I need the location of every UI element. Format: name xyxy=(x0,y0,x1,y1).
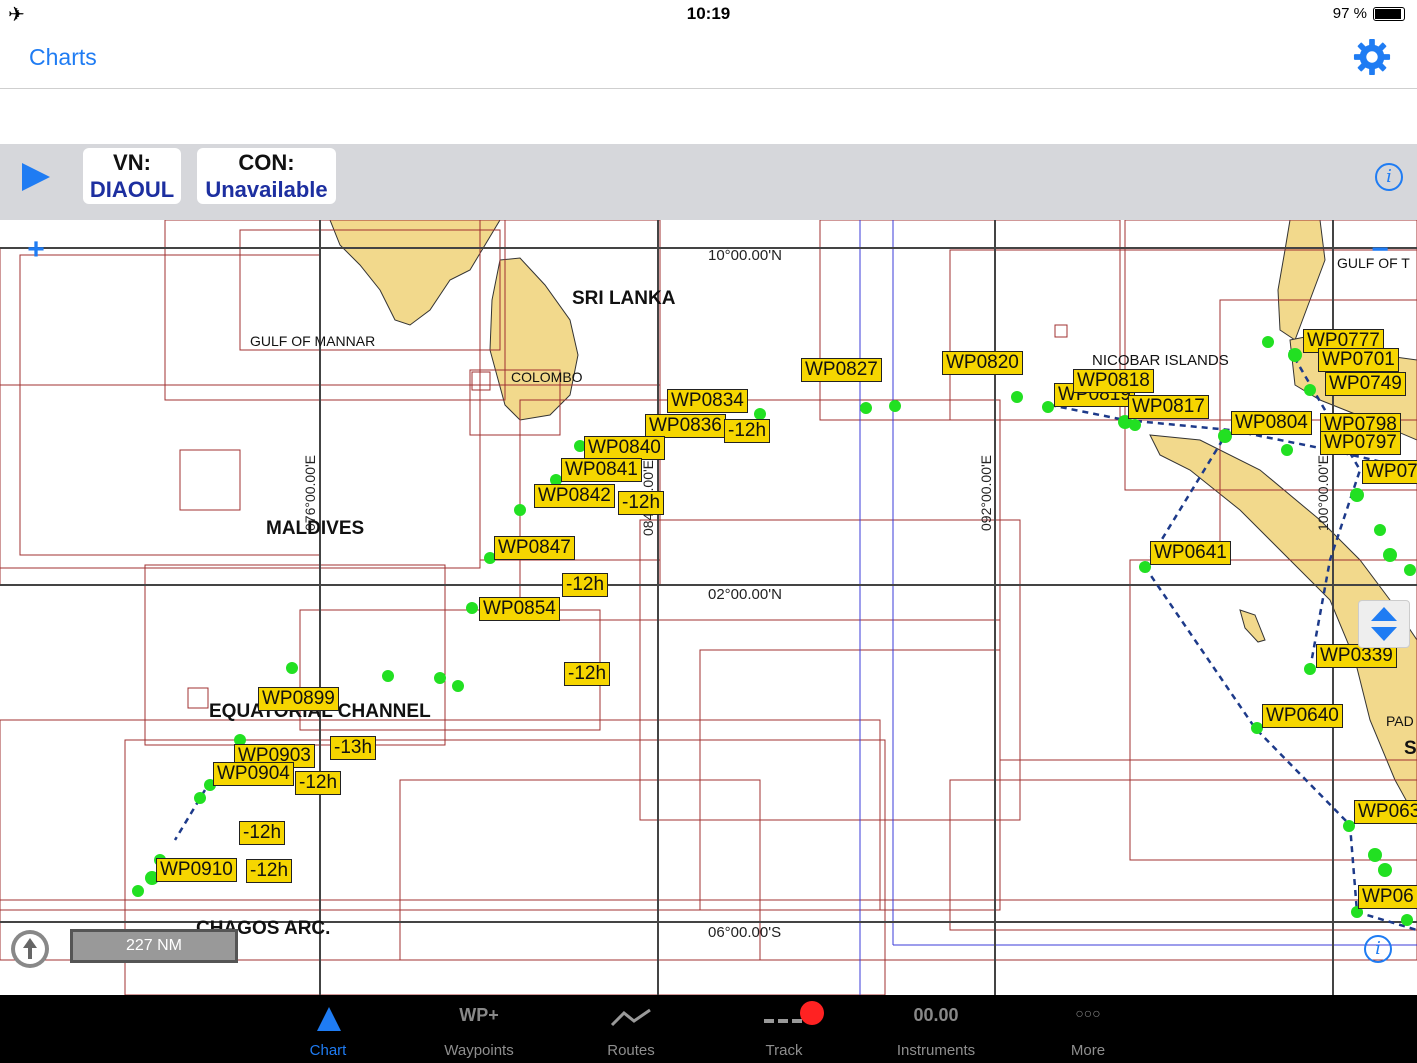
more-icon: ○○○ xyxy=(1075,1005,1101,1021)
waypoint-tag[interactable]: WP063 xyxy=(1354,800,1417,824)
grid-label-100e: 100°00.00'E xyxy=(1315,454,1332,532)
instruments-icon: 00.00 xyxy=(913,1005,959,1025)
waypoint-tag[interactable]: WP0640 xyxy=(1262,704,1343,728)
label-nicobar: NICOBAR ISLANDS xyxy=(1092,352,1229,369)
waypoint-tag[interactable]: WP0701 xyxy=(1318,348,1399,372)
waypoint-tag[interactable]: WP0817 xyxy=(1128,395,1209,419)
waypoint-tag[interactable]: WP0797 xyxy=(1320,431,1401,455)
vn-value: DIAOUL xyxy=(89,177,175,202)
waypoint-tag[interactable]: WP06 xyxy=(1358,885,1417,909)
tab-label: Instruments xyxy=(896,1042,976,1059)
grid-label-092e: 092°00.00'E xyxy=(978,454,995,532)
grid-label-10n: 10°00.00'N xyxy=(708,247,782,264)
waypoint-tag[interactable]: WP0842 xyxy=(534,484,615,508)
grid-label-06s: 06°00.00'S xyxy=(708,924,782,941)
zoom-in-button[interactable]: + xyxy=(14,232,58,268)
tab-more[interactable]: ○○○ More xyxy=(1028,995,1148,1063)
battery-icon xyxy=(1373,6,1405,21)
time-tag: -13h xyxy=(330,736,377,760)
time-tag: -12h xyxy=(724,419,771,443)
play-icon[interactable] xyxy=(22,163,50,191)
tab-track[interactable]: Track xyxy=(724,995,844,1063)
charts-back-button[interactable]: Charts xyxy=(29,44,97,71)
scale-bar: 227 NM xyxy=(70,929,238,963)
grid-label-02n: 02°00.00'N xyxy=(708,586,782,603)
tab-label: More xyxy=(1070,1042,1106,1059)
chart-icon xyxy=(317,1007,341,1031)
time-tag: -12h xyxy=(239,821,286,845)
waypoint-tag[interactable]: WP0804 xyxy=(1231,411,1312,435)
tab-bar: Chart WP+ Waypoints Routes Track 00.00 I… xyxy=(0,995,1417,1063)
battery-percent: 97 % xyxy=(1332,5,1367,22)
waypoint-tag[interactable]: WP0827 xyxy=(801,358,882,382)
waypoint-add-icon: WP+ xyxy=(459,1005,499,1025)
north-up-button[interactable] xyxy=(11,930,49,968)
waypoint-tag[interactable]: WP0841 xyxy=(561,458,642,482)
settings-gear-icon[interactable] xyxy=(1353,38,1391,76)
tab-routes[interactable]: Routes xyxy=(571,995,691,1063)
waypoint-tag[interactable]: WP0818 xyxy=(1073,369,1154,393)
vessel-name-chip[interactable]: VN: DIAOUL xyxy=(83,148,181,204)
time-tag: -12h xyxy=(246,859,293,883)
battery-indicator: 97 % xyxy=(1333,5,1405,22)
vn-label: VN: xyxy=(113,150,151,175)
con-label: CON: xyxy=(238,150,295,175)
time-tag: -12h xyxy=(564,662,611,686)
waypoint-tag[interactable]: WP0820 xyxy=(942,351,1023,375)
label-s: S xyxy=(1404,738,1417,759)
tab-label: Routes xyxy=(607,1042,655,1059)
label-gulf-of-mannar: GULF OF MANNAR xyxy=(250,333,376,349)
waypoint-tag[interactable]: WP0854 xyxy=(479,597,560,621)
waypoint-tag[interactable]: WP0641 xyxy=(1150,541,1231,565)
waypoint-tag[interactable]: WP07 xyxy=(1362,460,1417,484)
waypoint-tag[interactable]: WP0847 xyxy=(494,536,575,560)
toolbar-info-icon[interactable]: i xyxy=(1375,163,1403,191)
waypoint-tag[interactable]: WP0840 xyxy=(584,436,665,460)
waypoint-tag[interactable]: WP0834 xyxy=(667,389,748,413)
tab-chart[interactable]: Chart xyxy=(268,995,388,1063)
connection-chip[interactable]: CON: Unavailable xyxy=(197,148,336,204)
track-icon xyxy=(764,1001,824,1025)
waypoint-tag[interactable]: WP0910 xyxy=(156,858,237,882)
waypoint-tag[interactable]: WP0749 xyxy=(1325,372,1406,396)
status-bar: ✈ 10:19 97 % xyxy=(0,0,1417,30)
con-value: Unavailable xyxy=(205,177,328,202)
time-tag: -12h xyxy=(562,573,609,597)
zoom-out-button[interactable]: − xyxy=(1358,232,1402,268)
tab-label: Chart xyxy=(309,1042,347,1059)
time-tag: -12h xyxy=(618,491,665,515)
routes-icon xyxy=(610,1008,651,1027)
waypoint-tag[interactable]: WP0899 xyxy=(258,687,339,711)
time-tag: -12h xyxy=(295,771,342,795)
label-colombo: COLOMBO xyxy=(511,369,583,385)
status-time: 10:19 xyxy=(686,4,731,23)
grid-label-076e: 076°00.00'E xyxy=(302,454,319,532)
waypoint-tag[interactable]: WP0904 xyxy=(213,762,294,786)
tab-label: Waypoints xyxy=(444,1042,514,1059)
tab-instruments[interactable]: 00.00 Instruments xyxy=(876,995,996,1063)
tab-label: Track xyxy=(765,1042,803,1059)
navigation-bar: Charts xyxy=(0,30,1417,89)
waypoint-tag[interactable]: WP0836 xyxy=(645,414,726,438)
tab-waypoints[interactable]: WP+ Waypoints xyxy=(419,995,539,1063)
chart-map[interactable]: SRI LANKA GULF OF MANNAR COLOMBO MALDIVE… xyxy=(0,220,1417,995)
label-pad: PAD xyxy=(1386,713,1414,729)
map-info-icon[interactable]: i xyxy=(1364,935,1392,963)
label-sri-lanka: SRI LANKA xyxy=(572,288,676,309)
up-down-arrows-icon[interactable] xyxy=(1358,600,1410,648)
